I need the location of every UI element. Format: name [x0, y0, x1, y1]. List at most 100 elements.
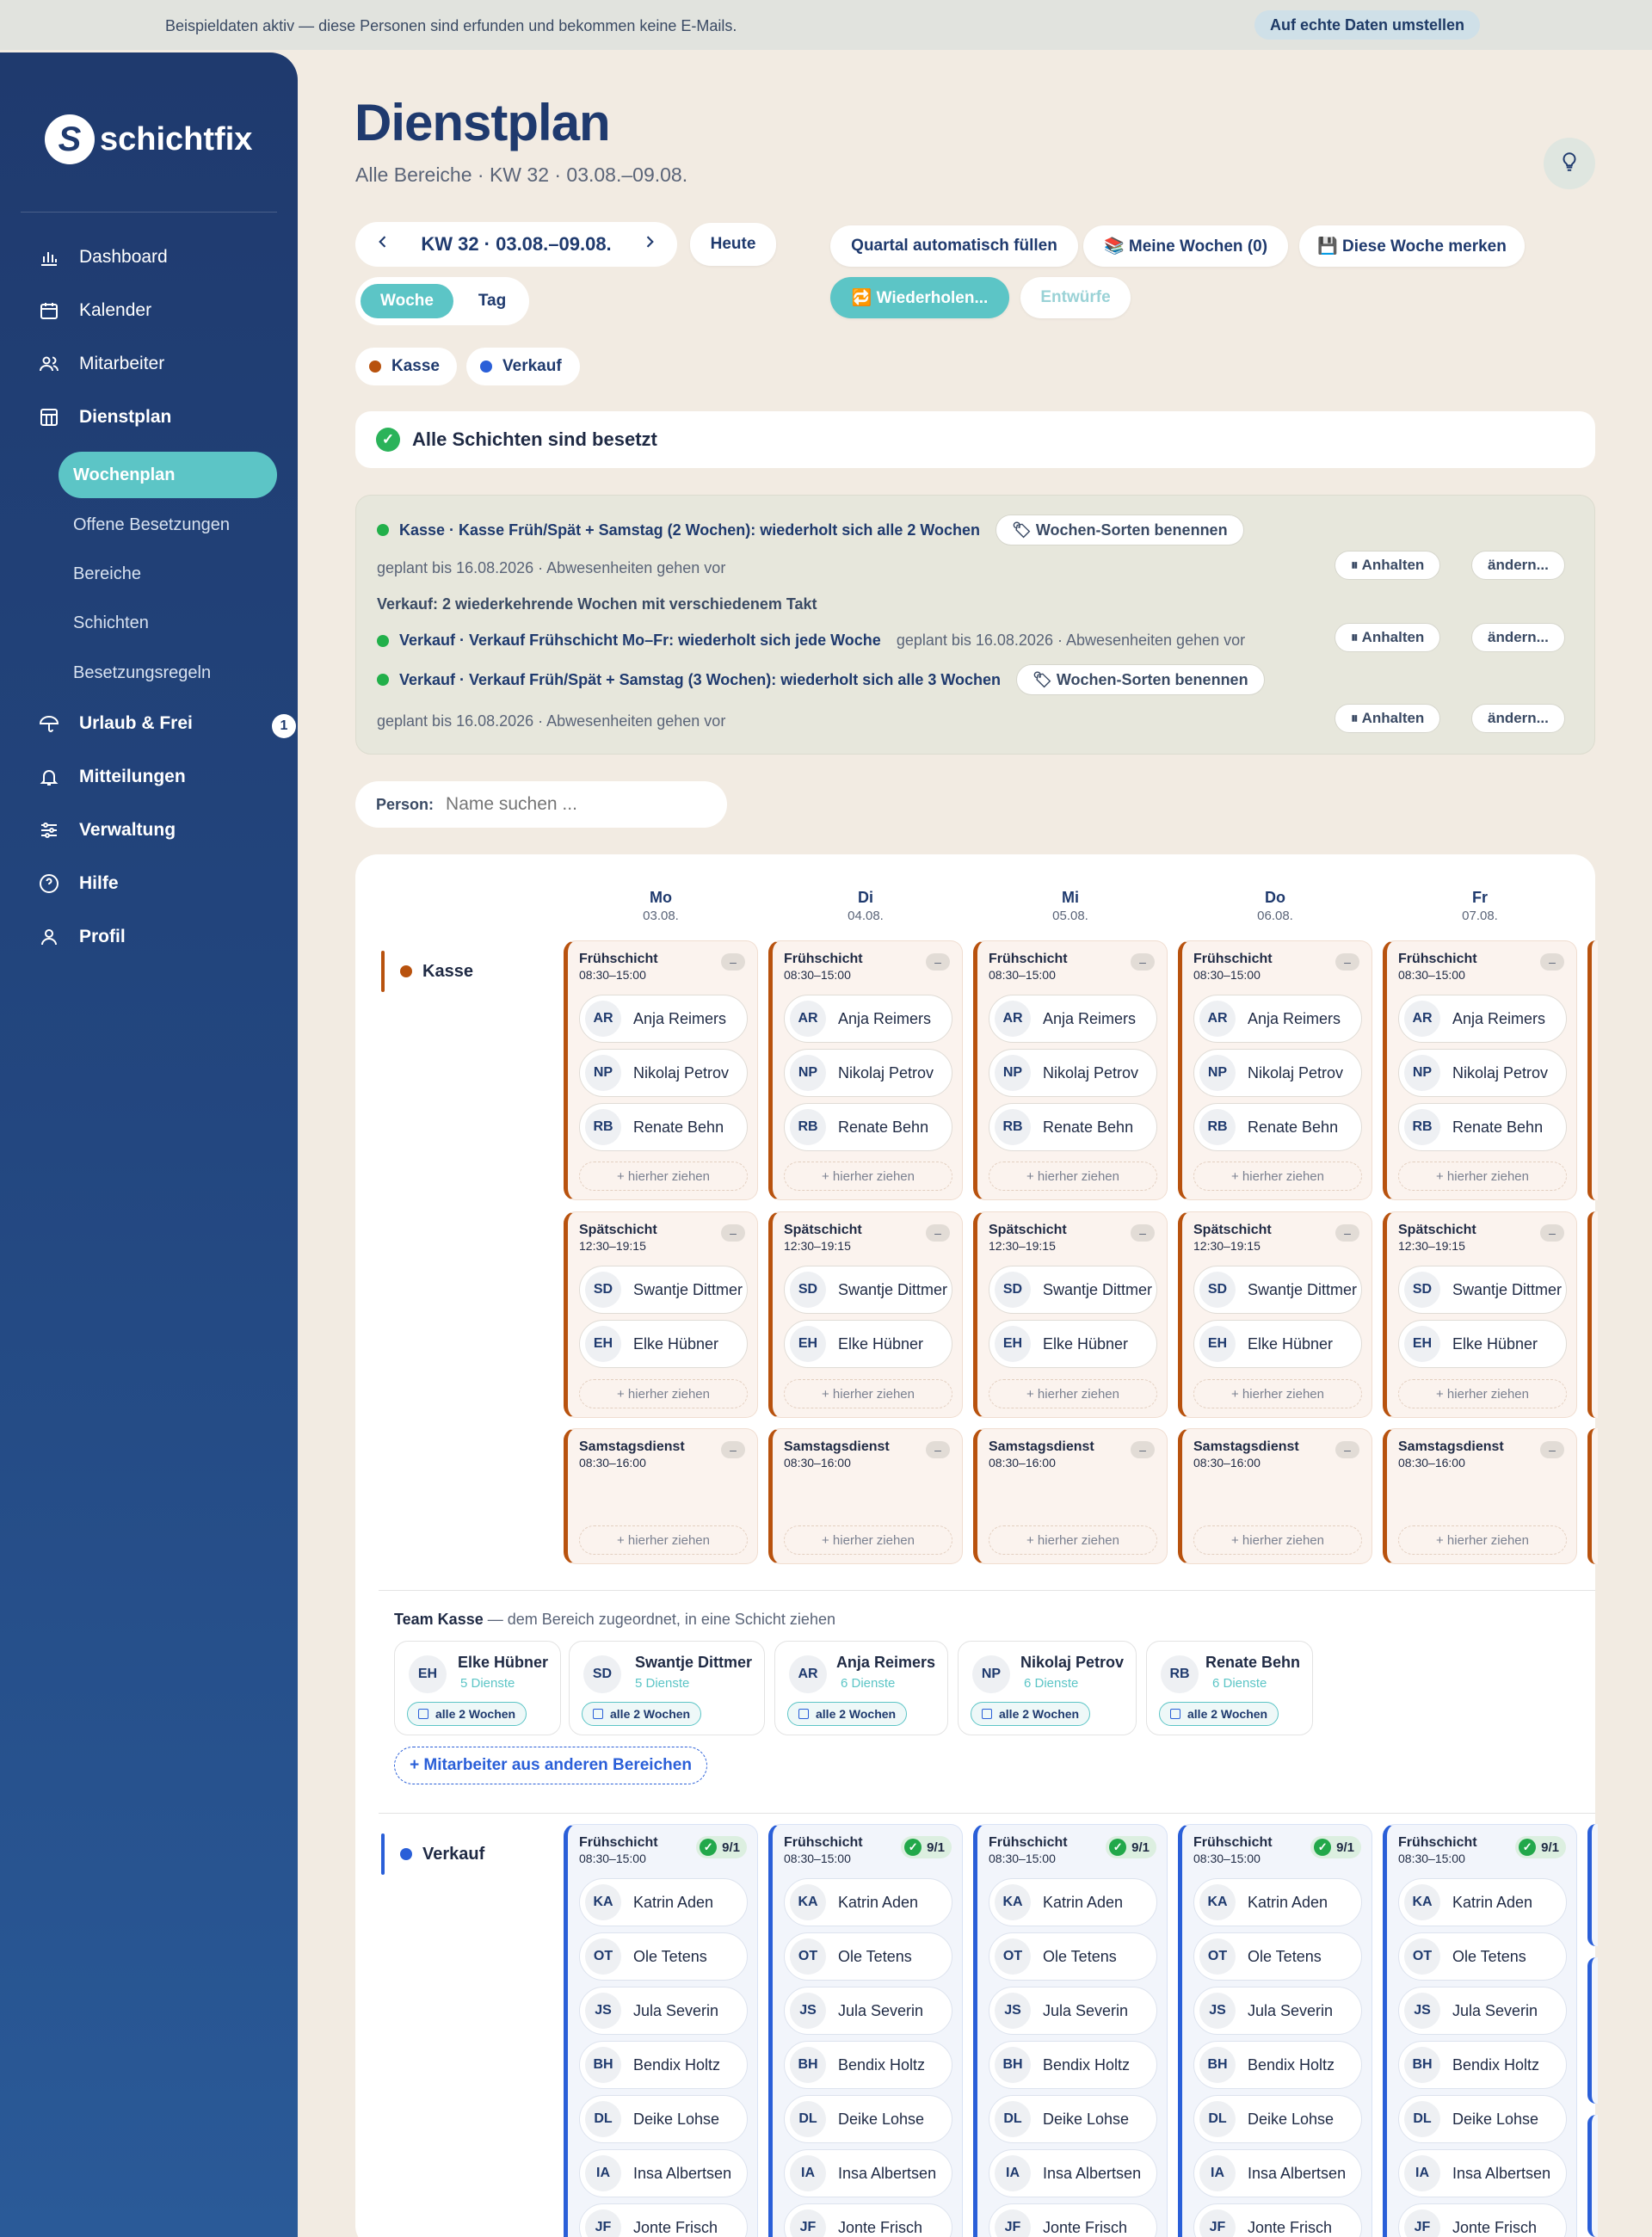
assigned-person[interactable]: OT Ole Tetens	[784, 1932, 952, 1981]
assigned-person[interactable]: RB Renate Behn	[1398, 1103, 1567, 1151]
legend-verkauf[interactable]: Verkauf	[466, 348, 580, 385]
assigned-person[interactable]: OT Ole Tetens	[1193, 1932, 1362, 1981]
shift-card[interactable]: Spätschicht 12:30–19:15 – SD Swantje Dittmer…	[1383, 1211, 1577, 1418]
assigned-person[interactable]: IA Insa Albertsen	[1398, 2149, 1567, 2197]
nav-mitarbeiter[interactable]: Mitarbeiter	[38, 347, 164, 381]
drop-zone[interactable]: + hierher ziehen	[1193, 1379, 1362, 1408]
shift-card[interactable]: Frühschicht 08:30–15:00– AR Anja Reimers NP N…	[1383, 940, 1577, 1200]
drop-zone[interactable]: + hierher ziehen	[579, 1525, 748, 1555]
team-member-card[interactable]: SD Swantje Dittmer 5 Dienste alle 2 Wochen	[569, 1641, 765, 1735]
nav-dashboard[interactable]: Dashboard	[38, 240, 168, 274]
assigned-person[interactable]: OT Ole Tetens	[989, 1932, 1157, 1981]
shift-card[interactable]: Samstagsdienst 08:30–16:00 – + hierher zieh…	[973, 1428, 1168, 1564]
assigned-person[interactable]: JF Jonte Frisch	[579, 2203, 748, 2237]
assigned-person[interactable]: RB Renate Behn	[784, 1103, 952, 1151]
nav-profil[interactable]: Profil	[38, 920, 126, 954]
team-member-card[interactable]: AR Anja Reimers 6 Dienste alle 2 Wochen	[774, 1641, 948, 1735]
change-button[interactable]: ändern...	[1471, 551, 1565, 580]
assigned-person[interactable]: JS Jula Severin	[579, 1987, 748, 2035]
assigned-person[interactable]: EH Elke Hübner	[1193, 1320, 1362, 1368]
today-button[interactable]: Heute	[690, 223, 776, 266]
assigned-person[interactable]: KA Katrin Aden	[1398, 1878, 1567, 1926]
shift-card[interactable]: Samstagsdienst 08:30–16:00 – + hierher zieh…	[1383, 1428, 1577, 1564]
assigned-person[interactable]: OT Ole Tetens	[1398, 1932, 1567, 1981]
shift-card[interactable]: Spätschicht 12:30–19:15 – SD Swantje Dittmer…	[1178, 1211, 1372, 1418]
repeat-button[interactable]: 🔁 Wiederholen...	[830, 277, 1009, 318]
team-member-card[interactable]: NP Nikolaj Petrov 6 Dienste alle 2 Wochen	[958, 1641, 1137, 1735]
drop-zone[interactable]: + hierher ziehen	[989, 1525, 1157, 1555]
collapse-button[interactable]: –	[721, 953, 745, 971]
chevron-right-icon[interactable]	[641, 233, 658, 256]
drop-zone[interactable]: + hierher ziehen	[1193, 1525, 1362, 1555]
drafts-button[interactable]: Entwürfe	[1020, 277, 1131, 318]
sub-wochenplan[interactable]: Wochenplan	[59, 452, 277, 498]
assigned-person[interactable]: SD Swantje Dittmer	[1193, 1266, 1362, 1314]
assigned-person[interactable]: IA Insa Albertsen	[1193, 2149, 1362, 2197]
fill-quarter-button[interactable]: Quartal automatisch füllen	[830, 225, 1078, 267]
assigned-person[interactable]: JF Jonte Frisch	[1193, 2203, 1362, 2237]
assigned-person[interactable]: JS Jula Severin	[1398, 1987, 1567, 2035]
assigned-person[interactable]: SD Swantje Dittmer	[784, 1266, 952, 1314]
shift-card[interactable]: Frühschicht 08:30–15:00 ✓ 9/1 KA Katrin Aden O…	[768, 1824, 963, 2237]
collapse-button[interactable]: –	[926, 953, 950, 971]
legend-kasse[interactable]: Kasse	[355, 348, 457, 385]
assigned-person[interactable]: EH Elke Hübner	[579, 1320, 748, 1368]
collapse-button[interactable]: –	[1131, 1441, 1155, 1458]
collapse-button[interactable]: –	[1131, 953, 1155, 971]
tips-button[interactable]	[1544, 138, 1595, 189]
nav-hilfe[interactable]: Hilfe	[38, 866, 119, 901]
shift-card[interactable]: Frühschicht 08:30–15:00 ✓ 9/1 KA Katrin Aden O…	[973, 1824, 1168, 2237]
assigned-person[interactable]: JF Jonte Frisch	[989, 2203, 1157, 2237]
change-button[interactable]: ändern...	[1471, 623, 1565, 652]
assigned-person[interactable]: DL Deike Lohse	[1398, 2095, 1567, 2143]
shift-card[interactable]: Samstagsdienst 08:30–16:00 – + hierher zieh…	[768, 1428, 963, 1564]
collapse-button[interactable]: –	[1131, 1224, 1155, 1242]
drop-zone[interactable]: + hierher ziehen	[1193, 1162, 1362, 1191]
assigned-person[interactable]: NP Nikolaj Petrov	[989, 1049, 1157, 1097]
assigned-person[interactable]: OT Ole Tetens	[579, 1932, 748, 1981]
remember-week-button[interactable]: 💾 Diese Woche merken	[1299, 225, 1525, 267]
assigned-person[interactable]: DL Deike Lohse	[784, 2095, 952, 2143]
pause-button[interactable]: ⏸ Anhalten	[1335, 704, 1441, 733]
name-week-types-button[interactable]: 🏷 Wochen-Sorten benennen	[996, 515, 1244, 545]
sub-offene-besetzungen[interactable]: Offene Besetzungen	[59, 502, 277, 548]
drop-zone[interactable]: + hierher ziehen	[579, 1379, 748, 1408]
collapse-button[interactable]: –	[721, 1224, 745, 1242]
assigned-person[interactable]: RB Renate Behn	[579, 1103, 748, 1151]
sub-bereiche[interactable]: Bereiche	[59, 551, 277, 597]
shift-card[interactable]: Samstagsdienst 08:30–16:00 – + hierher zieh…	[1178, 1428, 1372, 1564]
assigned-person[interactable]: SD Swantje Dittmer	[579, 1266, 748, 1314]
shift-card[interactable]: Spätschicht 12:30–19:15 – SD Swantje Dittmer…	[564, 1211, 758, 1418]
assigned-person[interactable]: AR Anja Reimers	[784, 995, 952, 1043]
collapse-button[interactable]: –	[1540, 1224, 1564, 1242]
assigned-person[interactable]: BH Bendix Holtz	[1193, 2041, 1362, 2089]
drop-zone[interactable]: + hierher ziehen	[1398, 1379, 1567, 1408]
shift-card[interactable]: Spätschicht 12:30–19:15 – SD Swantje Dittmer…	[768, 1211, 963, 1418]
team-member-card[interactable]: RB Renate Behn 6 Dienste alle 2 Wochen	[1146, 1641, 1313, 1735]
assigned-person[interactable]: SD Swantje Dittmer	[989, 1266, 1157, 1314]
add-other-staff-button[interactable]: + Mitarbeiter aus anderen Bereichen	[394, 1747, 707, 1784]
assigned-person[interactable]: AR Anja Reimers	[579, 995, 748, 1043]
team-member-card[interactable]: EH Elke Hübner 5 Dienste alle 2 Wochen	[394, 1641, 561, 1735]
drop-zone[interactable]: + hierher ziehen	[1398, 1162, 1567, 1191]
assigned-person[interactable]: JF Jonte Frisch	[1398, 2203, 1567, 2237]
shift-card[interactable]: Frühschicht 08:30–15:00 ✓ 9/1 KA Katrin Aden O…	[1178, 1824, 1372, 2237]
sub-besetzungsregeln[interactable]: Besetzungsregeln	[59, 650, 277, 696]
assigned-person[interactable]: JS Jula Severin	[989, 1987, 1157, 2035]
drop-zone[interactable]: + hierher ziehen	[1398, 1525, 1567, 1555]
collapse-button[interactable]: –	[1335, 953, 1359, 971]
assigned-person[interactable]: JS Jula Severin	[1193, 1987, 1362, 2035]
collapse-button[interactable]: –	[1335, 1441, 1359, 1458]
drop-zone[interactable]: + hierher ziehen	[784, 1379, 952, 1408]
assigned-person[interactable]: KA Katrin Aden	[989, 1878, 1157, 1926]
view-day-button[interactable]: Tag	[465, 284, 519, 318]
assigned-person[interactable]: JF Jonte Frisch	[784, 2203, 952, 2237]
assigned-person[interactable]: DL Deike Lohse	[579, 2095, 748, 2143]
assigned-person[interactable]: EH Elke Hübner	[784, 1320, 952, 1368]
my-weeks-button[interactable]: 📚 Meine Wochen (0)	[1083, 225, 1288, 267]
shift-card[interactable]: Frühschicht 08:30–15:00 ✓ 9/1 KA Katrin Aden O…	[1383, 1824, 1577, 2237]
collapse-button[interactable]: –	[926, 1224, 950, 1242]
collapse-button[interactable]: –	[721, 1441, 745, 1458]
assigned-person[interactable]: RB Renate Behn	[1193, 1103, 1362, 1151]
shift-card[interactable]: Frühschicht 08:30–15:00– AR Anja Reimers NP N…	[973, 940, 1168, 1200]
